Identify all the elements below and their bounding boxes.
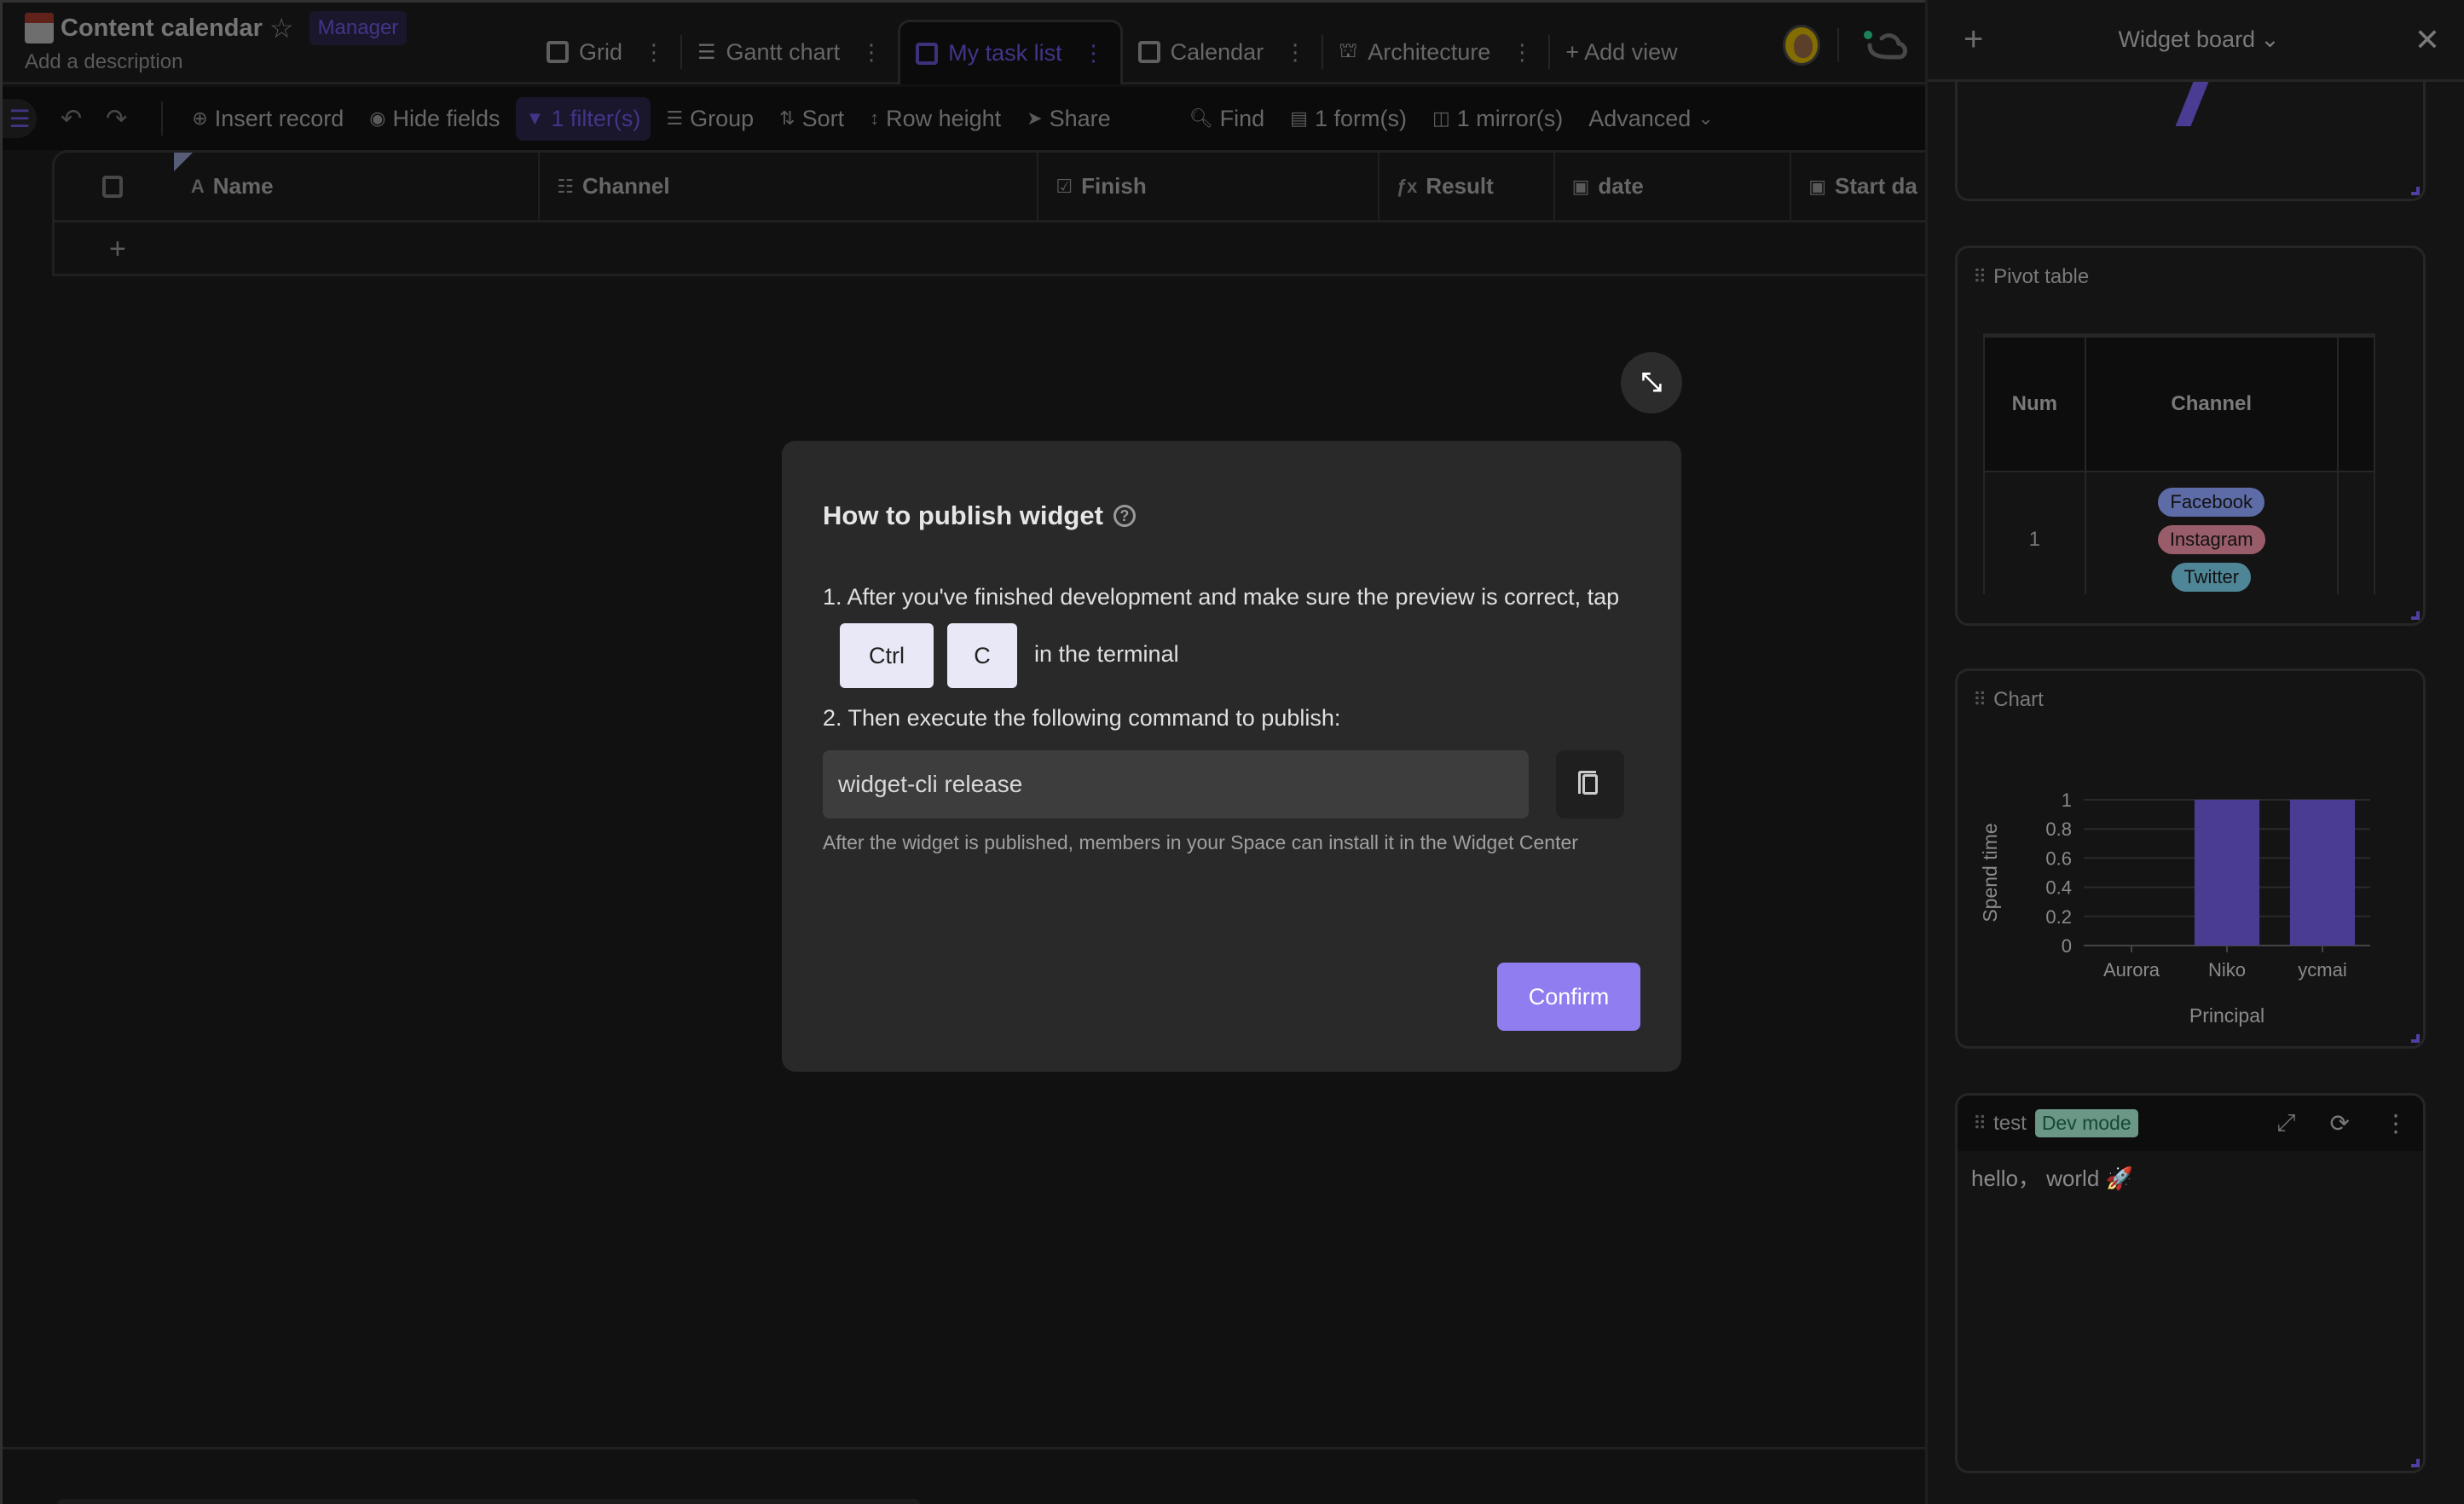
pivot-cell-num: 1 — [1983, 471, 2086, 594]
x-tick-label: Aurora — [2103, 959, 2160, 980]
command-row: widget-cli release — [823, 750, 1640, 819]
x-tick-label: ycmai — [2298, 959, 2346, 980]
widget-header: ⠿ Pivot table — [1958, 248, 2423, 306]
pivot-header-channel: Channel — [2084, 336, 2339, 472]
bar-chart: 0 0.2 0.4 0.6 0.8 1 Aurora Niko ycmai Principal Sp… — [1979, 790, 2370, 1027]
tag-twitter: Twitter — [2172, 563, 2252, 592]
more-icon[interactable]: ⋮ — [2384, 1109, 2408, 1137]
pivot-table: Num Channel 1 Facebook Instagram Twitter — [1983, 333, 2375, 594]
x-axis-label: Principal — [2189, 1004, 2264, 1027]
bar-niko — [2194, 800, 2260, 946]
resize-handle[interactable] — [2411, 611, 2420, 620]
widget-content: hello， world 🚀 — [1971, 1166, 2133, 1191]
step-1-text: 1. After you've finished development and… — [823, 584, 1620, 610]
publish-hint: After the widget is published, members i… — [823, 831, 1578, 853]
key-c: C — [947, 623, 1017, 688]
y-tick-label: 0 — [2062, 935, 2072, 957]
widget-title: Pivot table — [1993, 265, 2090, 288]
y-axis-label: Spend time — [1979, 823, 2001, 922]
x-tick-label: Niko — [2208, 959, 2246, 980]
resize-handle[interactable] — [2411, 1034, 2420, 1043]
refresh-icon[interactable]: ⟳ — [2330, 1109, 2350, 1137]
minimize-icon: ⤡ — [1641, 368, 1662, 396]
widget-panel-header: + Widget board ⌄ ✕ — [1928, 0, 2464, 82]
tag-facebook: Facebook — [2158, 488, 2265, 517]
pivot-cell-channel: Facebook Instagram Twitter — [2084, 471, 2339, 594]
dev-mode-badge: Dev mode — [2034, 1109, 2138, 1137]
step-1: 1. After you've finished development and… — [823, 570, 1640, 688]
drag-handle-icon[interactable]: ⠿ — [1973, 689, 1987, 711]
drag-handle-icon[interactable]: ⠿ — [1973, 266, 1987, 288]
widget-test: ⠿ test Dev mode ⤢ ⟳ ⋮ hello， world 🚀 — [1955, 1093, 2426, 1473]
widget-partial — [1955, 82, 2426, 201]
chart-bar-fragment — [2175, 82, 2209, 126]
chevron-down-icon: ⌄ — [2260, 26, 2280, 52]
widget-panel: + Widget board ⌄ ✕ ⠿ Pivot table Num Chan… — [1925, 0, 2464, 1504]
dialog-title-text: How to publish widget — [823, 500, 1103, 530]
dialog-title: How to publish widget ? — [823, 500, 1640, 531]
command-field[interactable]: widget-cli release — [823, 750, 1529, 819]
copy-button[interactable] — [1556, 750, 1624, 819]
close-icon[interactable]: ✕ — [2415, 22, 2440, 58]
widget-actions: ⤢ ⟳ ⋮ — [2276, 1109, 2408, 1137]
add-widget-icon[interactable]: + — [1964, 20, 1983, 59]
copy-icon — [1578, 771, 1598, 795]
y-tick-label: 0.4 — [2045, 877, 2072, 899]
widget-board-title: Widget board — [2118, 26, 2256, 52]
widget-chart: ⠿ Chart 0 0.2 0.4 0.6 0.8 1 Aurora Niko ycmai Pri… — [1955, 668, 2426, 1049]
pivot-header-extra — [2336, 336, 2375, 472]
y-tick-label: 0.2 — [2045, 906, 2072, 928]
confirm-button[interactable]: Confirm — [1497, 963, 1640, 1031]
y-tick-label: 1 — [2062, 790, 2072, 811]
widget-header: ⠿ test Dev mode ⤢ ⟳ ⋮ — [1958, 1096, 2423, 1151]
widget-title: test — [1993, 1111, 2027, 1135]
pivot-cell-extra — [2336, 471, 2375, 594]
step-1-suffix: in the terminal — [1034, 641, 1179, 668]
y-tick-label: 0.8 — [2045, 819, 2072, 840]
drag-handle-icon[interactable]: ⠿ — [1973, 1113, 1987, 1135]
pivot-row: 1 Facebook Instagram Twitter — [1983, 471, 2375, 594]
resize-handle[interactable] — [2411, 187, 2420, 195]
publish-widget-dialog: How to publish widget ? 1. After you've … — [782, 441, 1681, 1072]
step-2: 2. Then execute the following command to… — [823, 705, 1341, 731]
widget-board-selector[interactable]: Widget board ⌄ — [2118, 26, 2279, 53]
widget-title: Chart — [1993, 688, 2044, 711]
widget-pivot-table: ⠿ Pivot table Num Channel 1 Facebook Ins… — [1955, 246, 2426, 626]
minimize-button[interactable]: ⤡ — [1621, 352, 1682, 414]
expand-icon[interactable]: ⤢ — [2276, 1109, 2295, 1137]
resize-handle[interactable] — [2411, 1459, 2420, 1467]
tag-instagram: Instagram — [2157, 525, 2265, 554]
bar-ycmai — [2289, 800, 2356, 946]
widget-header: ⠿ Chart — [1958, 671, 2423, 729]
y-tick-label: 0.6 — [2045, 847, 2072, 869]
pivot-header-num: Num — [1983, 336, 2086, 472]
key-ctrl: Ctrl — [840, 623, 934, 688]
help-icon[interactable]: ? — [1113, 505, 1136, 527]
